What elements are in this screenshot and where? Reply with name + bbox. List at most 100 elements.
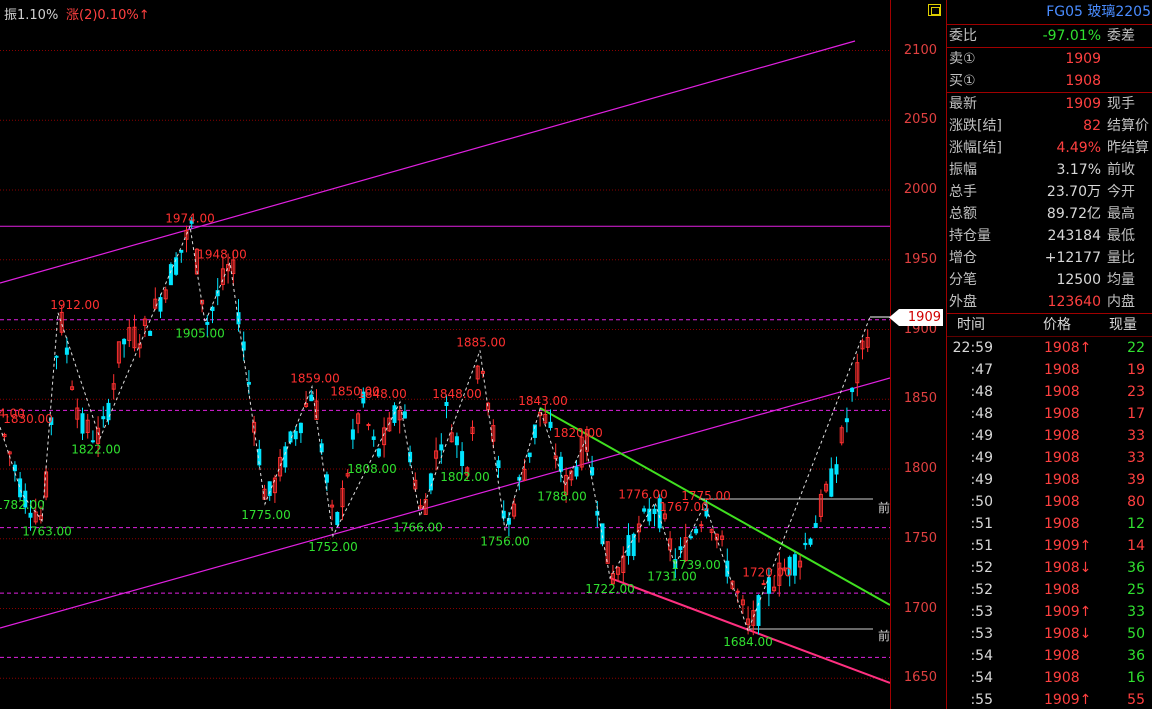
- swing-low-label: 1808.00: [347, 462, 397, 476]
- swing-low-label: 1739.00: [671, 558, 721, 572]
- candle-body: [834, 464, 839, 475]
- candle-body: [101, 416, 106, 420]
- stat-row: 总手 23.70万 今开: [947, 181, 1152, 203]
- swing-high-label: 1820.00: [553, 426, 603, 440]
- stat-label: 增仓: [949, 250, 977, 266]
- tick-price: 1908: [1044, 582, 1080, 598]
- trendline-low: [609, 577, 890, 684]
- order-value: 1908: [1065, 73, 1101, 89]
- candle-body: [428, 473, 433, 491]
- y-tick-label: 1700: [903, 600, 937, 616]
- swing-low-label: 1684.00: [723, 635, 773, 649]
- tick-list[interactable]: 22:59 1908↑ 22:47 1908 19:48 1908 23:48 1908 17:…: [947, 337, 1152, 709]
- tick-volume: 39: [1127, 472, 1145, 488]
- swing-low-label: 1802.00: [440, 470, 490, 484]
- tick-time: :49: [970, 428, 993, 444]
- swing-high-label: 1843.00: [518, 394, 568, 408]
- candle-body: [335, 511, 340, 525]
- stat-label: 最新: [949, 96, 977, 112]
- candle-body: [324, 474, 329, 483]
- swing-high-label: 1885.00: [456, 335, 506, 349]
- level-marker: 前: [878, 500, 890, 515]
- candle-body: [735, 590, 740, 593]
- quote-label2: 委差: [1107, 28, 1135, 44]
- stat-row: 外盘 123640 内盘: [947, 291, 1152, 313]
- tick-row: 22:59 1908↑ 22: [947, 337, 1152, 359]
- stat-row: 总额 89.72亿 最高: [947, 203, 1152, 225]
- tick-volume: 33: [1127, 428, 1145, 444]
- tick-time: :53: [970, 626, 993, 642]
- candle-body: [444, 402, 449, 406]
- candle-body: [699, 524, 704, 527]
- candle-body: [371, 436, 376, 440]
- order-row: 买① 1908: [947, 70, 1152, 92]
- stat-row: 分笔 12500 均量: [947, 269, 1152, 291]
- candle-body: [590, 467, 595, 476]
- tick-price: 1908↓: [1044, 560, 1092, 576]
- tick-volume: 36: [1127, 648, 1145, 664]
- stat-label2: 今开: [1107, 184, 1135, 200]
- order-value: 1909: [1065, 51, 1101, 67]
- layout-toggle-icon[interactable]: [928, 4, 941, 16]
- stat-label2: 内盘: [1107, 294, 1135, 310]
- candle-body: [205, 321, 210, 325]
- candle-body: [813, 523, 818, 528]
- tick-volume: 55: [1127, 692, 1145, 708]
- stat-value: 4.49%: [1056, 140, 1101, 156]
- tick-time: 22:59: [952, 340, 993, 356]
- stat-value: +12177: [1044, 250, 1101, 266]
- swing-high-label: 1720.00: [742, 566, 792, 580]
- swing-high-label: 1775.00: [681, 489, 731, 503]
- swing-low-label: 1756.00: [480, 534, 530, 548]
- order-label: 买①: [949, 73, 976, 89]
- tick-header-price: 价格: [1043, 317, 1071, 333]
- tick-price: 1908: [1044, 384, 1080, 400]
- tick-row: :51 1908 12: [947, 513, 1152, 535]
- tick-time: :53: [970, 604, 993, 620]
- tick-volume: 33: [1127, 450, 1145, 466]
- y-tick-label: 1800: [903, 461, 937, 476]
- stat-label: 总手: [949, 184, 977, 200]
- tick-row: :48 1908 17: [947, 403, 1152, 425]
- tick-row: :49 1908 39: [947, 469, 1152, 491]
- y-tick-label: 1950: [903, 251, 937, 267]
- swing-high-label: 1974.00: [165, 211, 215, 225]
- y-tick-label: 2100: [903, 42, 937, 58]
- candle-body: [376, 448, 381, 457]
- instrument-title[interactable]: FG05 玻璃2205: [947, 0, 1152, 25]
- tick-volume: 17: [1127, 406, 1145, 422]
- tick-row: :50 1908 80: [947, 491, 1152, 513]
- kline-chart[interactable]: 1974.00 1948.00 1912.00 1859.00 1850.00 1848.…: [0, 0, 890, 709]
- candle-body: [158, 297, 163, 312]
- stat-label: 外盘: [949, 294, 977, 310]
- tick-time: :55: [970, 692, 993, 708]
- tick-time: :51: [970, 516, 993, 532]
- tick-price: 1908: [1044, 428, 1080, 444]
- candle-body: [829, 468, 834, 497]
- kline-canvas[interactable]: 1974.001948.001912.001859.001850.001848.…: [0, 0, 890, 709]
- zigzag-line: [0, 224, 871, 633]
- tick-volume: 50: [1127, 626, 1145, 642]
- swing-high-label: 1912.00: [50, 298, 100, 312]
- stat-label2: 昨结算: [1107, 140, 1149, 156]
- tick-price: 1908↑: [1044, 340, 1092, 356]
- tick-row: :54 1908 16: [947, 667, 1152, 689]
- tick-price: 1909↑: [1044, 538, 1092, 554]
- candle-body: [694, 528, 699, 534]
- swing-low-label: 1775.00: [241, 508, 291, 522]
- tick-volume: 36: [1127, 560, 1145, 576]
- candle-body: [558, 456, 563, 472]
- tick-price: 1908: [1044, 648, 1080, 664]
- tick-row: :53 1908↓ 50: [947, 623, 1152, 645]
- candle-body: [309, 394, 314, 402]
- tick-header-volume: 现量: [1109, 317, 1137, 333]
- tick-row: :47 1908 19: [947, 359, 1152, 381]
- candle-body: [844, 418, 849, 423]
- tick-price: 1908: [1044, 670, 1080, 686]
- stat-row: 涨跌[结] 82 结算价: [947, 115, 1152, 137]
- quote-row: 委比 -97.01% 委差: [947, 25, 1152, 47]
- tick-volume: 25: [1127, 582, 1145, 598]
- channel-lower: [0, 377, 890, 629]
- stat-value: 243184: [1047, 228, 1101, 244]
- tick-time: :49: [970, 472, 993, 488]
